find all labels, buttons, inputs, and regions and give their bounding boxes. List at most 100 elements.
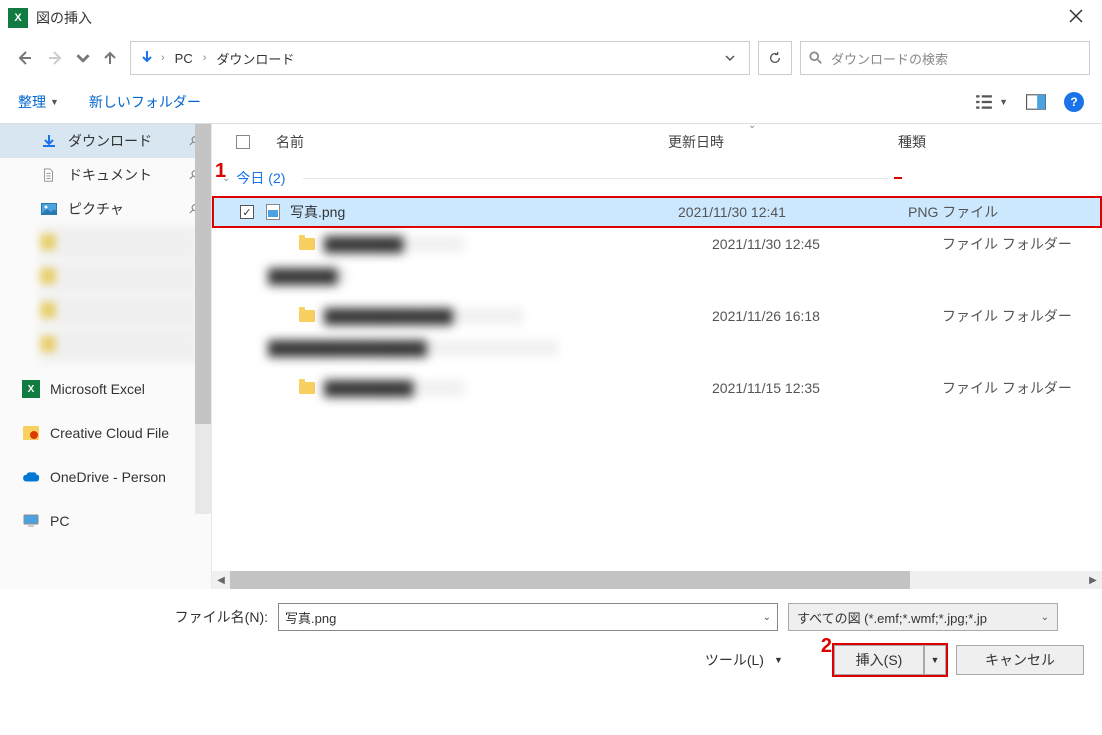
sidebar-item-label: ダウンロード bbox=[68, 131, 152, 151]
filename-value: 写真.png bbox=[285, 608, 763, 627]
breadcrumb-expand[interactable] bbox=[719, 51, 741, 66]
sidebar-item-pictures[interactable]: ピクチャ ⚲ bbox=[0, 192, 211, 226]
scrollbar-thumb[interactable] bbox=[230, 571, 910, 589]
sidebar-item-excel[interactable]: X Microsoft Excel bbox=[0, 372, 211, 406]
chevron-down-icon: ▼ bbox=[50, 97, 59, 107]
sidebar-item-label: PC bbox=[50, 513, 69, 529]
forward-button[interactable] bbox=[44, 46, 68, 70]
recent-dropdown[interactable] bbox=[76, 46, 90, 70]
file-row[interactable]: ████████ 2021/11/30 12:45 ファイル フォルダー bbox=[212, 228, 1102, 260]
up-button[interactable] bbox=[98, 46, 122, 70]
chevron-down-icon: ▼ bbox=[774, 655, 783, 665]
file-checkbox[interactable]: ✓ bbox=[240, 205, 254, 219]
search-placeholder: ダウンロードの検索 bbox=[831, 49, 948, 68]
file-type: ファイル フォルダー bbox=[942, 378, 1072, 398]
file-name: █████████████ bbox=[324, 308, 524, 324]
scroll-right-button[interactable]: ▶ bbox=[1084, 571, 1102, 589]
navbar: › PC › ダウンロード ダウンロードの検索 bbox=[0, 36, 1102, 80]
folder-icon bbox=[298, 379, 316, 397]
file-row[interactable]: ✓ 写真.png 2021/11/30 12:41 PNG ファイル bbox=[212, 196, 1102, 228]
breadcrumb-sep: › bbox=[161, 52, 165, 64]
folder-icon bbox=[298, 307, 316, 325]
sidebar-scrollbar[interactable] bbox=[195, 124, 211, 514]
breadcrumb[interactable]: › PC › ダウンロード bbox=[130, 41, 750, 75]
sidebar: ダウンロード ⚲ ドキュメント ⚲ ピクチャ ⚲ X Microsoft Exc… bbox=[0, 124, 212, 589]
cancel-button[interactable]: キャンセル bbox=[956, 645, 1084, 675]
help-button[interactable]: ? bbox=[1064, 92, 1084, 112]
preview-pane-button[interactable] bbox=[1026, 94, 1046, 110]
column-type[interactable]: 種類 bbox=[898, 132, 1102, 152]
document-icon bbox=[40, 166, 58, 184]
file-name: ████████ bbox=[324, 236, 464, 252]
download-icon bbox=[40, 132, 58, 150]
file-name: 写真.png bbox=[290, 202, 678, 222]
titlebar: X 図の挿入 bbox=[0, 0, 1102, 36]
search-input[interactable]: ダウンロードの検索 bbox=[800, 41, 1090, 75]
annotation-1: 1 bbox=[215, 160, 226, 183]
filename-label: ファイル名(N): bbox=[18, 607, 268, 627]
chevron-down-icon: ⌄ bbox=[1041, 612, 1049, 623]
chevron-down-icon[interactable]: ⌄ bbox=[763, 612, 771, 623]
tools-button[interactable]: ツール(L)▼ bbox=[705, 650, 783, 670]
breadcrumb-downloads[interactable]: ダウンロード bbox=[212, 49, 298, 68]
organize-button[interactable]: 整理▼ bbox=[18, 92, 59, 112]
file-date: 2021/11/30 12:41 bbox=[678, 204, 908, 220]
sidebar-item-blurred[interactable] bbox=[40, 294, 199, 328]
creative-cloud-icon bbox=[22, 424, 40, 442]
file-row[interactable]: █████████ 2021/11/15 12:35 ファイル フォルダー bbox=[212, 372, 1102, 404]
chevron-down-icon: ▼ bbox=[999, 97, 1008, 107]
pc-icon bbox=[22, 512, 40, 530]
excel-icon: X bbox=[22, 380, 40, 398]
scroll-left-button[interactable]: ◀ bbox=[212, 571, 230, 589]
column-headers: 名前 ⌄更新日時 種類 bbox=[212, 124, 1102, 160]
file-type-filter[interactable]: すべての図 (*.emf;*.wmf;*.jpg;*.jp ⌄ bbox=[788, 603, 1058, 631]
horizontal-scrollbar[interactable]: ◀ ▶ bbox=[212, 571, 1102, 589]
breadcrumb-sep: › bbox=[203, 52, 207, 64]
filter-label: すべての図 (*.emf;*.wmf;*.jpg;*.jp bbox=[797, 608, 987, 627]
file-row[interactable]: █████████████ 2021/11/26 16:18 ファイル フォルダ… bbox=[212, 300, 1102, 332]
window-title: 図の挿入 bbox=[36, 8, 1058, 28]
sidebar-item-label: ドキュメント bbox=[68, 165, 152, 185]
toolbar: 整理▼ 新しいフォルダー ▼ ? bbox=[0, 80, 1102, 124]
column-name[interactable]: 名前 bbox=[268, 132, 668, 152]
select-all-checkbox[interactable] bbox=[236, 135, 250, 149]
file-name: █████████ bbox=[324, 380, 464, 396]
file-row[interactable]: ███████ bbox=[212, 260, 1102, 292]
sidebar-item-ccf[interactable]: Creative Cloud File bbox=[0, 416, 211, 450]
sidebar-item-pc[interactable]: PC bbox=[0, 504, 211, 538]
sidebar-item-label: ピクチャ bbox=[68, 199, 124, 219]
file-type: ファイル フォルダー bbox=[942, 234, 1072, 254]
sidebar-item-downloads[interactable]: ダウンロード ⚲ bbox=[0, 124, 211, 158]
breadcrumb-pc[interactable]: PC bbox=[171, 51, 197, 66]
annotation-mark bbox=[894, 177, 902, 179]
file-name: ███████ bbox=[268, 268, 348, 284]
filename-input[interactable]: 写真.png ⌄ bbox=[278, 603, 778, 631]
search-icon bbox=[809, 51, 823, 65]
back-button[interactable] bbox=[12, 46, 36, 70]
file-list: 名前 ⌄更新日時 種類 ⌄ 今日 (2) 1 ✓ 写真.png 2021/11/… bbox=[212, 124, 1102, 589]
group-today[interactable]: ⌄ 今日 (2) bbox=[212, 160, 1102, 196]
sidebar-item-documents[interactable]: ドキュメント ⚲ bbox=[0, 158, 211, 192]
new-folder-button[interactable]: 新しいフォルダー bbox=[89, 92, 201, 112]
insert-button-group: 挿入(S) ▼ bbox=[834, 645, 946, 675]
insert-dropdown-button[interactable]: ▼ bbox=[924, 645, 946, 675]
file-type: PNG ファイル bbox=[908, 202, 998, 222]
file-row[interactable]: ████████████████ bbox=[212, 332, 1102, 364]
sidebar-item-onedrive[interactable]: OneDrive - Person bbox=[0, 460, 211, 494]
file-name: ████████████████ bbox=[268, 340, 558, 356]
close-button[interactable] bbox=[1058, 4, 1094, 33]
sidebar-item-label: Creative Cloud File bbox=[50, 425, 169, 441]
sidebar-item-blurred[interactable] bbox=[40, 328, 199, 362]
insert-button[interactable]: 挿入(S) bbox=[834, 645, 924, 675]
refresh-button[interactable] bbox=[758, 41, 792, 75]
sidebar-item-blurred[interactable] bbox=[40, 260, 199, 294]
file-date: 2021/11/30 12:45 bbox=[712, 236, 942, 252]
sidebar-item-label: OneDrive - Person bbox=[50, 469, 166, 485]
view-mode-button[interactable]: ▼ bbox=[975, 93, 1008, 111]
column-date[interactable]: ⌄更新日時 bbox=[668, 132, 898, 152]
png-icon bbox=[264, 203, 282, 221]
file-date: 2021/11/15 12:35 bbox=[712, 380, 942, 396]
footer: ファイル名(N): 写真.png ⌄ すべての図 (*.emf;*.wmf;*.… bbox=[0, 589, 1102, 689]
sidebar-item-blurred[interactable] bbox=[40, 226, 199, 260]
sort-indicator-icon: ⌄ bbox=[748, 120, 756, 131]
